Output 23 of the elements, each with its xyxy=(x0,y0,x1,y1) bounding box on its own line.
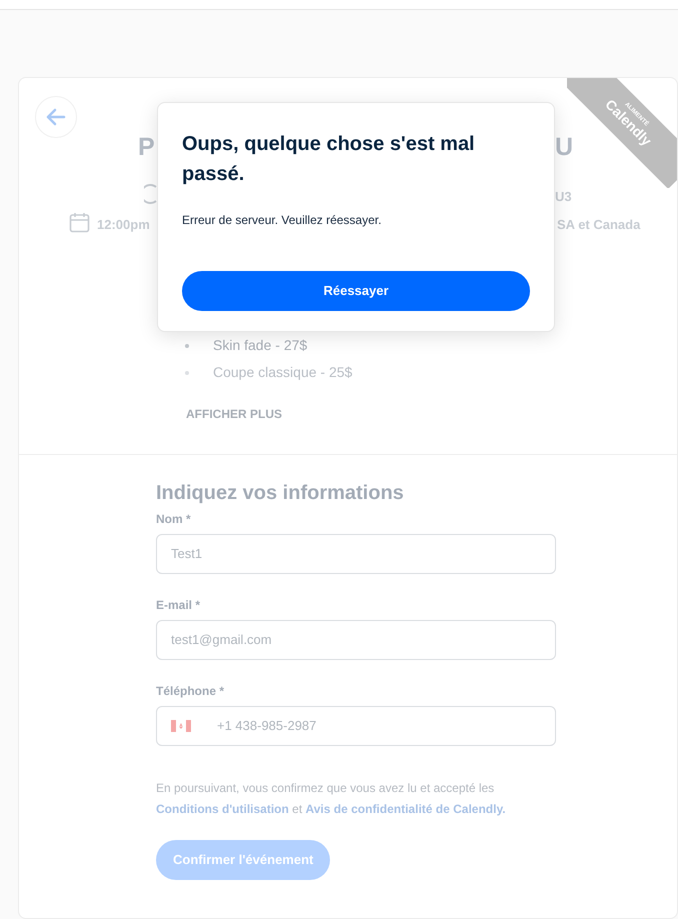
retry-button[interactable]: Réessayer xyxy=(182,271,530,311)
field-label: E-mail * xyxy=(156,597,202,614)
bullet-icon xyxy=(185,370,189,374)
event-title: P xyxy=(138,132,155,163)
terms-link[interactable]: Conditions d'utilisation xyxy=(156,802,289,816)
back-button[interactable] xyxy=(35,96,77,138)
field-label: Téléphone * xyxy=(156,683,226,700)
form-heading: Indiquez vos informations xyxy=(156,481,405,506)
input-field[interactable]: Test1 xyxy=(156,534,556,574)
flag-icon xyxy=(171,720,191,732)
privacy-link[interactable]: Avis de confidentialité de Calendly. xyxy=(306,802,506,816)
clock-icon xyxy=(144,184,158,204)
terms-text: En poursuivant, vous confirmez que vous avez lu et accepté les Conditions d'utilisation et Avis de confidentialité de Calendly. xyxy=(156,780,507,818)
field-label: Nom * xyxy=(156,511,192,528)
service-item: Skin fade - 27$ xyxy=(213,336,308,355)
phone-field[interactable]: +1 438-985-2987 xyxy=(156,706,556,746)
dialog-message: Erreur de serveur. Veuillez réessayer. xyxy=(182,212,382,229)
calendar-icon xyxy=(69,212,90,233)
dialog-title: Oups, quelque chose s'est mal passé. xyxy=(182,132,476,187)
bullet-icon xyxy=(185,344,189,348)
input-field[interactable]: test1@gmail.com xyxy=(156,620,556,660)
show-more-link[interactable]: AFFICHER PLUS xyxy=(186,405,282,423)
service-item: Coupe classique - 25$ xyxy=(213,363,352,382)
